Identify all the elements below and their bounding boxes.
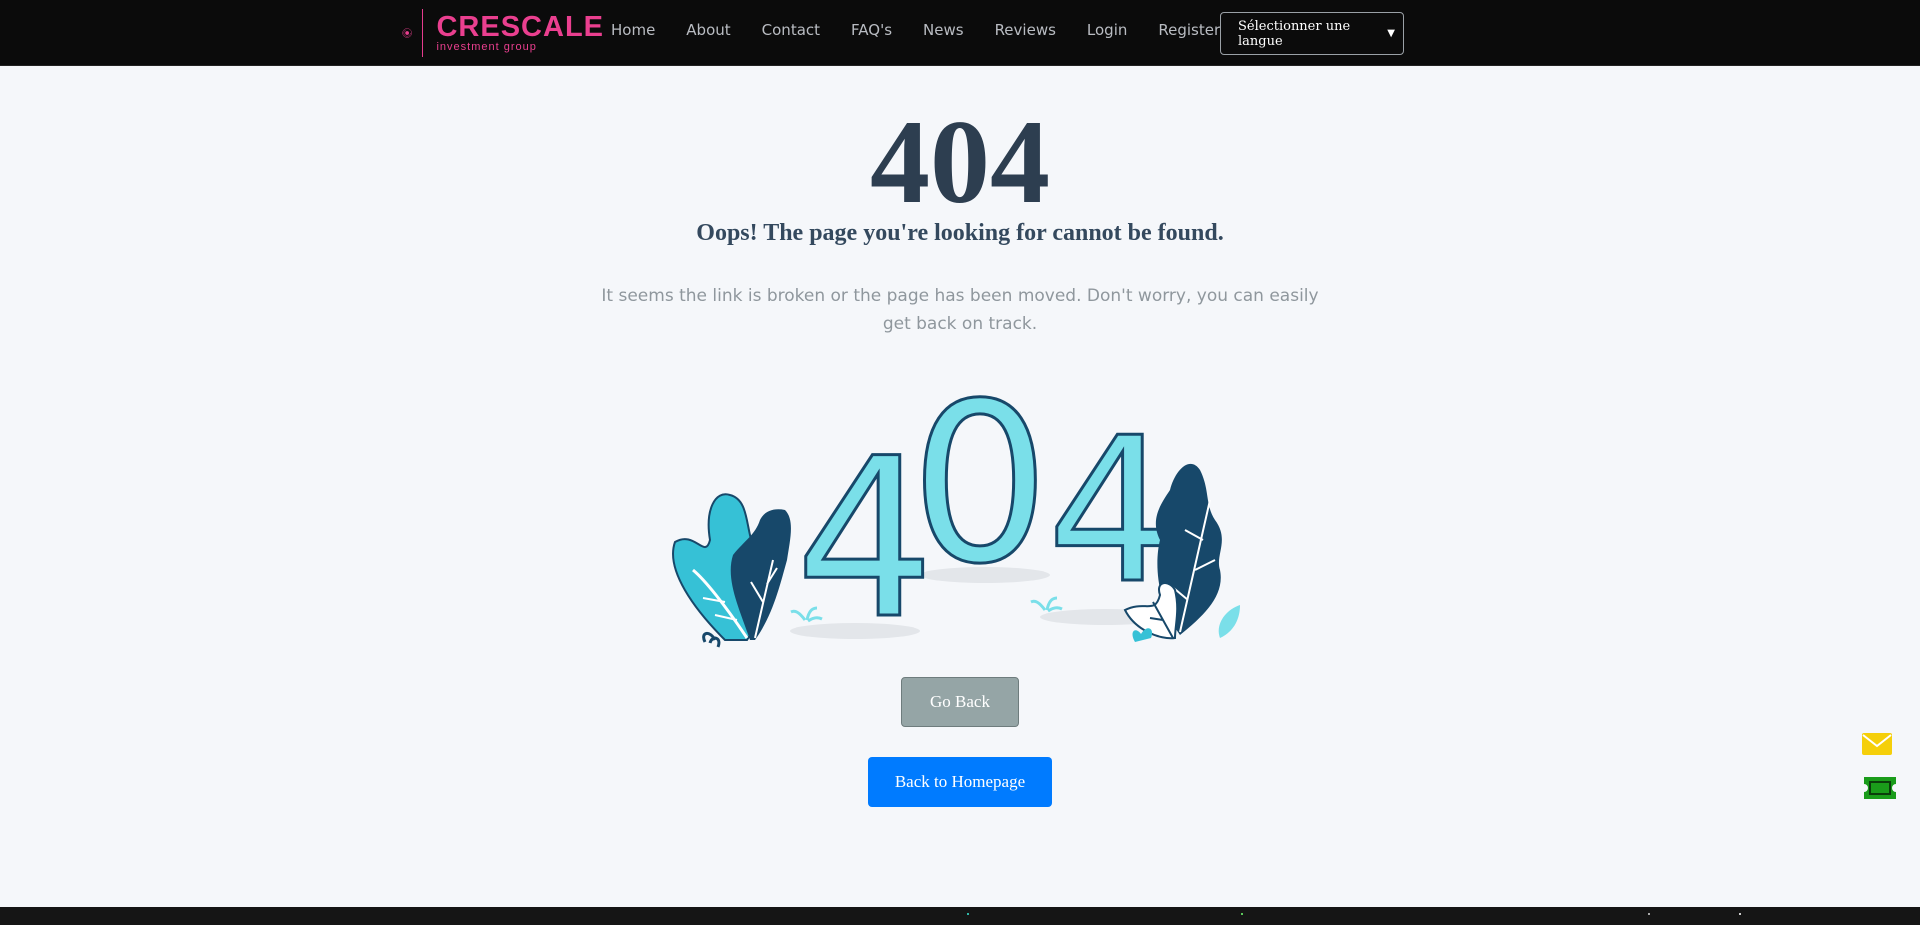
illus-digit-right: 4 — [1047, 395, 1174, 628]
logo-name: CRESCALE — [436, 11, 604, 43]
brand-logo[interactable]: CRESCALE investment group — [402, 8, 604, 58]
nav-faq[interactable]: FAQ's — [851, 21, 892, 39]
footer-strip — [0, 907, 1920, 925]
ticket-icon[interactable] — [1862, 775, 1898, 801]
chevron-down-icon: ▼ — [1387, 28, 1395, 39]
go-back-button[interactable]: Go Back — [901, 677, 1019, 727]
back-to-homepage-button[interactable]: Back to Homepage — [868, 757, 1052, 807]
nav-reviews[interactable]: Reviews — [995, 21, 1056, 39]
main-nav: Home About Contact FAQ's News Reviews Lo… — [611, 0, 1251, 60]
envelope-icon[interactable] — [1862, 733, 1892, 755]
language-select[interactable]: Sélectionner une langue ▼ — [1220, 12, 1404, 55]
nav-register[interactable]: Register — [1158, 21, 1220, 39]
leaves-left-icon — [672, 493, 791, 648]
illus-digit-center: 0 — [910, 370, 1050, 612]
language-select-value: Sélectionner une langue — [1238, 18, 1351, 49]
error-code: 404 — [870, 95, 1050, 228]
top-navbar: CRESCALE investment group Home About Con… — [0, 0, 1920, 66]
logo-tagline: investment group — [436, 41, 537, 53]
error-title: Oops! The page you're looking for cannot… — [696, 220, 1224, 246]
logo-mark-icon — [402, 28, 412, 38]
nav-about[interactable]: About — [686, 21, 730, 39]
nav-news[interactable]: News — [923, 21, 964, 39]
nav-contact[interactable]: Contact — [762, 21, 820, 39]
logo-text: CRESCALE investment group — [436, 11, 604, 54]
nav-home[interactable]: Home — [611, 21, 655, 39]
404-illustration: 4 0 4 — [672, 370, 1240, 650]
nav-login[interactable]: Login — [1087, 21, 1127, 39]
error-description: It seems the link is broken or the page … — [601, 286, 1319, 334]
